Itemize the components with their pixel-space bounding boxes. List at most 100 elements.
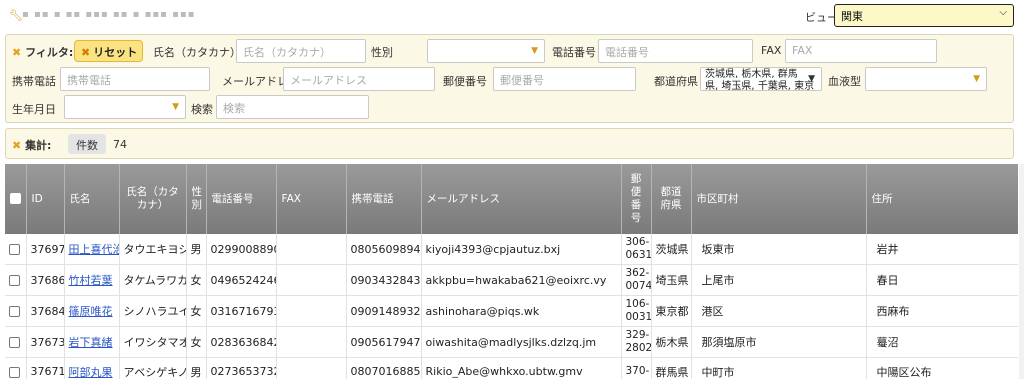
col-id[interactable]: ID [26,164,65,234]
cell-city: 上尾市 [691,264,867,296]
row-checkbox[interactable] [9,244,20,255]
vertical-scrollbar[interactable] [1019,164,1024,379]
cell-phone: 0283636842 [206,326,277,358]
name-link[interactable]: 田上喜代治 [69,243,119,256]
cell-fax [276,357,347,379]
zip-label: 郵便番号 [443,75,487,88]
row-checkbox-cell[interactable] [5,326,27,358]
col-name[interactable]: 氏名 [64,164,120,234]
cell-phone: 0299008890 [206,234,277,265]
row-checkbox[interactable] [9,366,20,378]
col-zip[interactable]: 郵便番号 [621,164,652,234]
wrench-icon[interactable]: 🔧︎ [9,9,23,22]
mobile-input[interactable]: 携帯電話 [60,67,210,91]
name-link[interactable]: 篠原唯花 [69,305,113,318]
cell-id: 37697 [26,234,65,265]
cell-city: 港区 [691,295,867,327]
star-icon: ✖ [12,139,22,152]
gender-select[interactable]: ▼ [427,39,545,63]
gender-label: 性別 [371,46,393,59]
cell-fax [276,234,347,265]
cell-name[interactable]: 竹村若葉 [64,264,120,296]
reset-button[interactable]: ✖ リセット [74,40,143,62]
data-grid: ID 氏名 氏名（カタカナ） 性別 電話番号 FAX 携帯電話 メールアドレス … [5,164,1018,379]
cell-gender: 男 [186,357,207,379]
birth-select[interactable]: ▼ [64,95,186,119]
table-row[interactable]: 37697 田上喜代治 タウエキヨジ 男 0299008890 08056098… [5,234,1018,265]
cell-city: 那須塩原市 [691,326,867,358]
search-input[interactable]: 検索 [216,95,369,119]
cell-name[interactable]: 岩下真緒 [64,326,120,358]
cell-kana: タウエキヨジ [119,234,187,265]
row-checkbox-cell[interactable] [5,357,27,379]
zip-input[interactable]: 郵便番号 [493,67,636,91]
email-input[interactable]: メールアドレス [283,67,435,91]
count-value: 74 [113,138,127,151]
cell-email: akkpbu=hwakaba621@eoixrc.vy [421,264,622,296]
cell-address: 春日 [866,264,1018,296]
row-checkbox[interactable] [9,337,20,348]
cell-kana: タケムラワカバ [119,264,187,296]
cell-mobile: 08070168854 [346,357,422,379]
blood-select[interactable]: ▼ [865,67,987,91]
name-link[interactable]: 岩下真緒 [69,336,113,349]
cell-fax [276,326,347,358]
col-address[interactable]: 住所 [866,164,1018,234]
cell-phone: 02736537327 [206,357,277,379]
cell-mobile: 09091489329 [346,295,422,327]
view-select[interactable]: 関東 ⌵ [834,4,1014,27]
cell-mobile: 09034328437 [346,264,422,296]
table-header-row: ID 氏名 氏名（カタカナ） 性別 電話番号 FAX 携帯電話 メールアドレス … [5,164,1018,234]
summary-panel: ✖ 集計: 件数 74 [5,128,1014,159]
cell-phone: 0316716793 [206,295,277,327]
row-checkbox-cell[interactable] [5,234,27,265]
fax-input[interactable]: FAX [785,39,937,63]
col-phone[interactable]: 電話番号 [206,164,277,234]
name-link[interactable]: 竹村若葉 [69,274,113,287]
table-row[interactable]: 37671 阿部丸果 アベシゲキノミ 男 02736537327 0807016… [5,357,1018,379]
phone-input[interactable]: 電話番号 [598,39,753,63]
cell-pref: 群馬県 [651,357,692,379]
col-email[interactable]: メールアドレス [421,164,622,234]
chevron-down-icon: ▼ [973,74,980,84]
pref-select[interactable]: 茨城県, 栃木県, 群馬 県, 埼玉県, 千葉県, 東京 ▼ [700,67,822,91]
table-row[interactable]: 37673 岩下真緒 イワシタマオ 女 0283636842 090561794… [5,326,1018,358]
name-link[interactable]: 阿部丸果 [69,366,113,379]
filter-panel: ✖ フィルタ: ✖ リセット 氏名（カタカナ） 氏名（カタカナ） 性別 ▼ 電話番… [5,34,1014,123]
col-gender[interactable]: 性別 [186,164,207,234]
cell-id: 37684 [26,295,65,327]
cell-name[interactable]: 阿部丸果 [64,357,120,379]
table-row[interactable]: 37684 篠原唯花 シノハラユイカ 女 0316716793 09091489… [5,295,1018,327]
cell-fax [276,295,347,327]
cell-pref: 栃木県 [651,326,692,358]
cell-mobile: 09056179471 [346,326,422,358]
col-city[interactable]: 市区町村 [691,164,867,234]
row-checkbox[interactable] [9,306,20,317]
cell-kana: イワシタマオ [119,326,187,358]
col-fax[interactable]: FAX [276,164,347,234]
col-mobile[interactable]: 携帯電話 [346,164,422,234]
col-pref[interactable]: 都道府県 [651,164,692,234]
cell-email: oiwashita@madlysjlks.dzlzq.jm [421,326,622,358]
search-label: 検索 [191,103,213,116]
cell-zip: 362- 0074 [621,264,652,296]
row-checkbox-cell[interactable] [5,264,27,296]
cell-id: 37673 [26,326,65,358]
cell-address: 蟇沼 [866,326,1018,358]
cell-pref: 茨城県 [651,234,692,265]
cell-pref: 東京都 [651,295,692,327]
pref-label: 都道府県 [654,75,698,88]
cell-name[interactable]: 田上喜代治 [64,234,120,265]
select-all-checkbox[interactable] [10,193,21,204]
view-select-value: 関東 [841,10,863,23]
cell-address: 中陽区公布 [866,357,1018,379]
kana-label: 氏名（カタカナ） [153,46,241,59]
select-all-header[interactable] [5,164,27,234]
cell-name[interactable]: 篠原唯花 [64,295,120,327]
kana-input[interactable]: 氏名（カタカナ） [236,39,366,63]
row-checkbox-cell[interactable] [5,295,27,327]
col-kana[interactable]: 氏名（カタカナ） [119,164,187,234]
cell-address: 岩井 [866,234,1018,265]
row-checkbox[interactable] [9,275,20,286]
table-row[interactable]: 37686 竹村若葉 タケムラワカバ 女 0496524246 09034328… [5,264,1018,296]
